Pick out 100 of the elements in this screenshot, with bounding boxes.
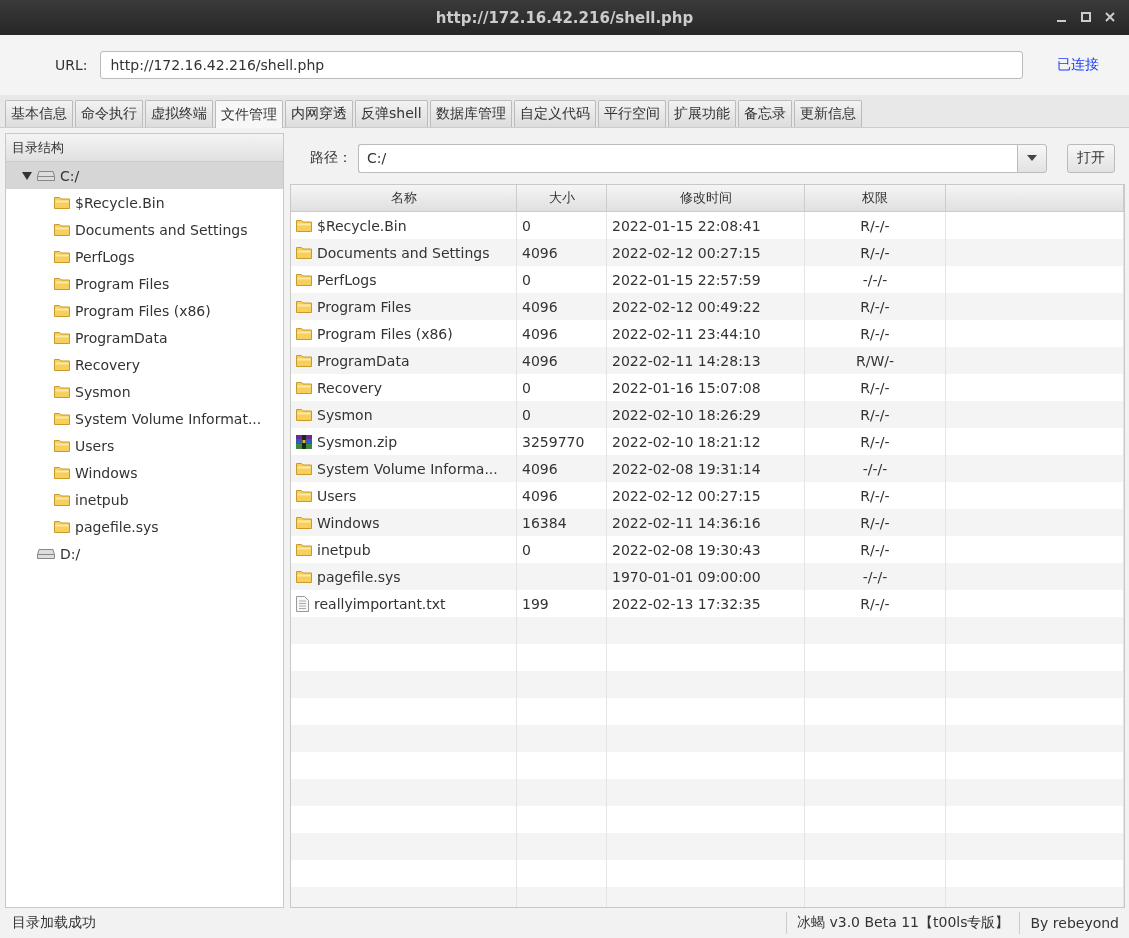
folder-icon — [54, 493, 70, 506]
file-name: Documents and Settings — [317, 244, 490, 261]
column-header[interactable]: 名称 — [291, 185, 517, 212]
tree-item[interactable]: ProgramData — [6, 324, 283, 351]
folder-icon — [54, 223, 70, 236]
modified-cell: 2022-02-11 23:44:10 — [612, 325, 761, 342]
tab[interactable]: 文件管理 — [215, 100, 283, 128]
tree-item[interactable]: D:/ — [6, 540, 283, 567]
folder-icon — [296, 570, 312, 583]
folder-icon — [296, 381, 312, 394]
tab[interactable]: 扩展功能 — [667, 100, 736, 127]
modified-cell: 2022-02-12 00:27:15 — [612, 487, 761, 504]
permission-cell: R/-/- — [860, 244, 890, 261]
tab[interactable]: 更新信息 — [793, 100, 862, 127]
column-header[interactable]: 大小 — [517, 185, 607, 212]
folder-icon — [54, 412, 70, 425]
folder-icon — [54, 466, 70, 479]
folder-icon — [54, 385, 70, 398]
path-label: 路径： — [310, 149, 352, 167]
file-name: $Recycle.Bin — [317, 217, 407, 234]
tab[interactable]: 反弹shell — [355, 100, 428, 127]
size-cell: 4096 — [522, 244, 558, 261]
size-cell: 16384 — [522, 514, 567, 531]
tree-item[interactable]: pagefile.sys — [6, 513, 283, 540]
file-name: Program Files (x86) — [317, 325, 453, 342]
folder-icon — [54, 520, 70, 533]
folder-icon — [54, 331, 70, 344]
permission-cell: R/-/- — [860, 541, 890, 558]
tree-item[interactable]: PerfLogs — [6, 243, 283, 270]
dropdown-button[interactable] — [1017, 143, 1047, 173]
tree-item[interactable]: inetpub — [6, 486, 283, 513]
tab[interactable]: 命令执行 — [75, 100, 143, 127]
file-name: pagefile.sys — [317, 568, 401, 585]
modified-cell: 2022-02-11 14:36:16 — [612, 514, 761, 531]
tree-item[interactable]: Users — [6, 432, 283, 459]
tree-header: 目录结构 — [6, 134, 283, 162]
modified-cell: 2022-02-12 00:49:22 — [612, 298, 761, 315]
tab[interactable]: 基本信息 — [5, 100, 73, 127]
path-field[interactable]: C:/ — [358, 143, 1017, 173]
tree-item[interactable]: Program Files — [6, 270, 283, 297]
file-name: Recovery — [317, 379, 382, 396]
size-cell: 199 — [522, 595, 549, 612]
tab[interactable]: 虚拟终端 — [145, 100, 213, 127]
permission-cell: R/W/- — [855, 352, 895, 369]
folder-icon — [296, 354, 312, 367]
folder-icon — [296, 246, 312, 259]
close-button[interactable] — [1103, 10, 1117, 24]
size-cell: 0 — [522, 541, 531, 558]
maximize-icon — [1079, 10, 1093, 24]
expand-down-icon[interactable] — [22, 171, 32, 180]
folder-icon — [296, 300, 312, 313]
column-header[interactable]: 权限 — [805, 185, 946, 212]
folder-icon — [54, 304, 70, 317]
tree-item[interactable]: System Volume Informat... — [6, 405, 283, 432]
tree-item[interactable]: Windows — [6, 459, 283, 486]
permission-cell: R/-/- — [860, 595, 890, 612]
drive-icon — [37, 548, 55, 559]
tab[interactable]: 平行空间 — [597, 100, 666, 127]
file-name: Sysmon.zip — [317, 433, 398, 450]
size-cell: 0 — [522, 271, 531, 288]
connection-status: 已连接 — [1057, 56, 1099, 74]
permission-cell: R/-/- — [860, 325, 890, 342]
tree-item[interactable]: Recovery — [6, 351, 283, 378]
tree-item[interactable]: Sysmon — [6, 378, 283, 405]
folder-icon — [296, 516, 312, 529]
tree-item[interactable]: Documents and Settings — [6, 216, 283, 243]
tab[interactable]: 自定义代码 — [513, 100, 596, 127]
file-name: Users — [317, 487, 357, 504]
size-cell: 0 — [522, 217, 531, 234]
tree-item[interactable]: $Recycle.Bin — [6, 189, 283, 216]
url-label: URL: — [55, 57, 88, 73]
drive-icon — [37, 170, 55, 181]
file-name: System Volume Informa... — [317, 460, 498, 477]
permission-cell: -/-/- — [862, 568, 888, 585]
size-cell: 4096 — [522, 298, 558, 315]
folder-icon — [54, 250, 70, 263]
maximize-button[interactable] — [1079, 10, 1093, 24]
folder-icon — [296, 543, 312, 556]
tab[interactable]: 数据库管理 — [429, 100, 512, 127]
size-cell: 3259770 — [522, 433, 585, 450]
author-label: By rebeyond — [1019, 912, 1129, 934]
file-name: inetpub — [317, 541, 371, 558]
folder-icon — [296, 273, 312, 286]
folder-icon — [54, 277, 70, 290]
open-button[interactable]: 打开 — [1067, 143, 1115, 173]
tab[interactable]: 内网穿透 — [285, 100, 353, 127]
archive-icon — [296, 434, 312, 449]
file-name: Program Files — [317, 298, 412, 315]
permission-cell: R/-/- — [860, 406, 890, 423]
tab[interactable]: 备忘录 — [737, 100, 792, 127]
modified-cell: 2022-02-08 19:31:14 — [612, 460, 761, 477]
tree-item[interactable]: Program Files (x86) — [6, 297, 283, 324]
text-file-icon — [296, 595, 309, 612]
permission-cell: R/-/- — [860, 379, 890, 396]
tree-item[interactable]: C:/ — [6, 162, 283, 189]
dropdown-icon[interactable] — [1027, 155, 1037, 161]
version-label: 冰蝎 v3.0 Beta 11【t00ls专版】 — [786, 912, 1020, 934]
column-header[interactable]: 修改时间 — [607, 185, 805, 212]
size-cell: 4096 — [522, 325, 558, 342]
url-field[interactable]: http://172.16.42.216/shell.php — [99, 51, 1023, 79]
